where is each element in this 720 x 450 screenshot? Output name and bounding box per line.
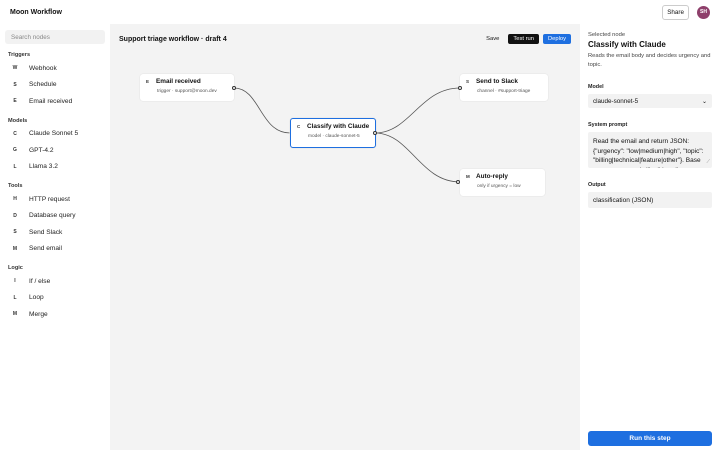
email-icon: E	[13, 98, 17, 105]
sidebar-item-send-email[interactable]: M Send email	[5, 241, 105, 258]
webhook-icon: W	[12, 65, 18, 72]
canvas-header: Support triage workflow · draft 4 Save T…	[119, 32, 571, 46]
output-port[interactable]	[373, 131, 377, 135]
deploy-button[interactable]: Deploy	[542, 34, 571, 44]
system-prompt-label: System prompt	[588, 122, 628, 128]
sidebar-item-if-else[interactable]: I If / else	[5, 273, 105, 290]
node-subtitle: trigger · support@moon.dev	[157, 89, 217, 94]
gpt-icon: G	[13, 147, 17, 154]
system-prompt-textarea[interactable]: Read the email and return JSON: {"urgenc…	[588, 132, 712, 168]
share-button[interactable]: Share	[662, 4, 689, 20]
node-subtitle: model · claude-sonnet-5	[308, 134, 360, 139]
database-icon: D	[13, 212, 17, 219]
email-icon: E	[146, 79, 150, 84]
sidebar-item-merge[interactable]: M Merge	[5, 306, 105, 323]
loop-icon: L	[13, 294, 17, 301]
sidebar-item-http-request[interactable]: H HTTP request	[5, 191, 105, 208]
mail-icon: M	[12, 245, 18, 252]
node-send-to-slack[interactable]: S Send to Slack channel · #support-triage	[460, 74, 548, 101]
group-title-models: Models	[8, 117, 28, 124]
slack-icon: S	[13, 229, 17, 236]
sidebar-item-loop[interactable]: L Loop	[5, 290, 105, 307]
sidebar-item-label: HTTP request	[29, 195, 70, 203]
claude-icon: C	[13, 130, 17, 137]
output-value: classification (JSON)	[593, 196, 654, 204]
sidebar-item-label: Send Slack	[29, 228, 63, 236]
save-button[interactable]: Save	[481, 34, 504, 44]
node-inspector-panel: Selected node Classify with Claude Reads…	[580, 24, 720, 450]
node-library-sidebar: Triggers W Webhook S Schedule E Email recei…	[0, 24, 110, 450]
node-title: Classify with Claude	[307, 123, 370, 130]
chevron-down-icon: ⌄	[701, 98, 707, 105]
group-title-logic: Logic	[8, 265, 23, 271]
edge-email-to-classify[interactable]	[233, 87, 291, 134]
search-input[interactable]	[5, 30, 105, 44]
system-prompt-value: Read the email and return JSON: {"urgenc…	[593, 138, 704, 168]
group-title-triggers: Triggers	[8, 52, 31, 58]
inspector-description: Reads the email body and decides urgency…	[588, 53, 711, 68]
node-auto-reply[interactable]: M Auto-reply only if urgency = low	[460, 169, 545, 196]
node-classify-with-claude[interactable]: C Classify with Claude model · claude-son…	[290, 118, 376, 148]
node-email-received[interactable]: E Email received trigger · support@moon.d…	[140, 74, 234, 101]
node-title: Auto-reply	[476, 173, 508, 180]
node-title: Email received	[156, 78, 201, 85]
sidebar-item-llama[interactable]: L Llama 3.2	[5, 159, 105, 176]
mail-icon: M	[466, 174, 470, 179]
model-label: Model	[588, 84, 604, 90]
edge-classify-to-slack[interactable]	[374, 87, 461, 134]
resize-handle-icon[interactable]: ⟋	[706, 158, 710, 168]
sidebar-item-label: Schedule	[29, 81, 57, 89]
schedule-icon: S	[13, 81, 17, 88]
top-bar: Moon Workflow Share SH	[0, 0, 720, 24]
sidebar-item-label: Webhook	[29, 64, 57, 72]
sidebar-item-label: Merge	[29, 310, 48, 318]
sidebar-item-label: Database query	[29, 212, 76, 220]
canvas-actions: Save Test run Deploy	[481, 34, 571, 44]
sidebar-item-label: GPT-4.2	[29, 146, 54, 154]
slack-icon: S	[466, 79, 470, 84]
top-actions: Share SH	[662, 4, 710, 20]
merge-icon: M	[12, 311, 18, 318]
inspector-title: Classify with Claude	[588, 40, 666, 49]
sidebar-item-label: Send email	[29, 245, 62, 253]
http-icon: H	[13, 196, 17, 203]
node-subtitle: channel · #support-triage	[477, 89, 531, 94]
selected-node-label: Selected node	[588, 32, 626, 38]
llama-icon: L	[13, 163, 17, 170]
sidebar-item-label: Email received	[29, 97, 73, 105]
sidebar-item-schedule[interactable]: S Schedule	[5, 77, 105, 94]
app-title: Moon Workflow	[10, 8, 62, 16]
sidebar-item-claude-sonnet[interactable]: C Claude Sonnet 5	[5, 126, 105, 143]
sidebar-item-label: Claude Sonnet 5	[29, 130, 79, 138]
edge-classify-to-reply[interactable]	[374, 132, 461, 183]
sidebar-item-send-slack[interactable]: S Send Slack	[5, 224, 105, 241]
if-icon: I	[14, 278, 16, 285]
model-select[interactable]: claude-sonnet-5 ⌄	[588, 94, 712, 108]
sidebar-item-database-query[interactable]: D Database query	[5, 208, 105, 225]
sidebar-item-email-received[interactable]: E Email received	[5, 93, 105, 110]
sidebar-item-webhook[interactable]: W Webhook	[5, 60, 105, 77]
claude-icon: C	[297, 124, 301, 129]
node-title: Send to Slack	[476, 78, 518, 85]
sidebar-item-gpt[interactable]: G GPT-4.2	[5, 142, 105, 159]
test-run-button[interactable]: Test run	[508, 34, 539, 44]
workflow-canvas[interactable]: Support triage workflow · draft 4 Save T…	[110, 24, 580, 450]
model-value: claude-sonnet-5	[593, 97, 639, 105]
output-label: Output	[588, 182, 606, 188]
input-port[interactable]	[456, 180, 460, 184]
workflow-title[interactable]: Support triage workflow · draft 4	[119, 36, 227, 43]
input-port[interactable]	[458, 86, 462, 90]
avatar[interactable]: SH	[697, 5, 710, 19]
sidebar-item-label: If / else	[29, 277, 51, 285]
run-step-button[interactable]: Run this step	[588, 431, 712, 446]
sidebar-item-label: Llama 3.2	[29, 163, 58, 171]
output-field[interactable]: classification (JSON)	[588, 192, 712, 208]
node-subtitle: only if urgency = low	[477, 184, 521, 189]
sidebar-item-label: Loop	[29, 294, 44, 302]
group-title-tools: Tools	[8, 183, 23, 189]
output-port[interactable]	[232, 86, 236, 90]
